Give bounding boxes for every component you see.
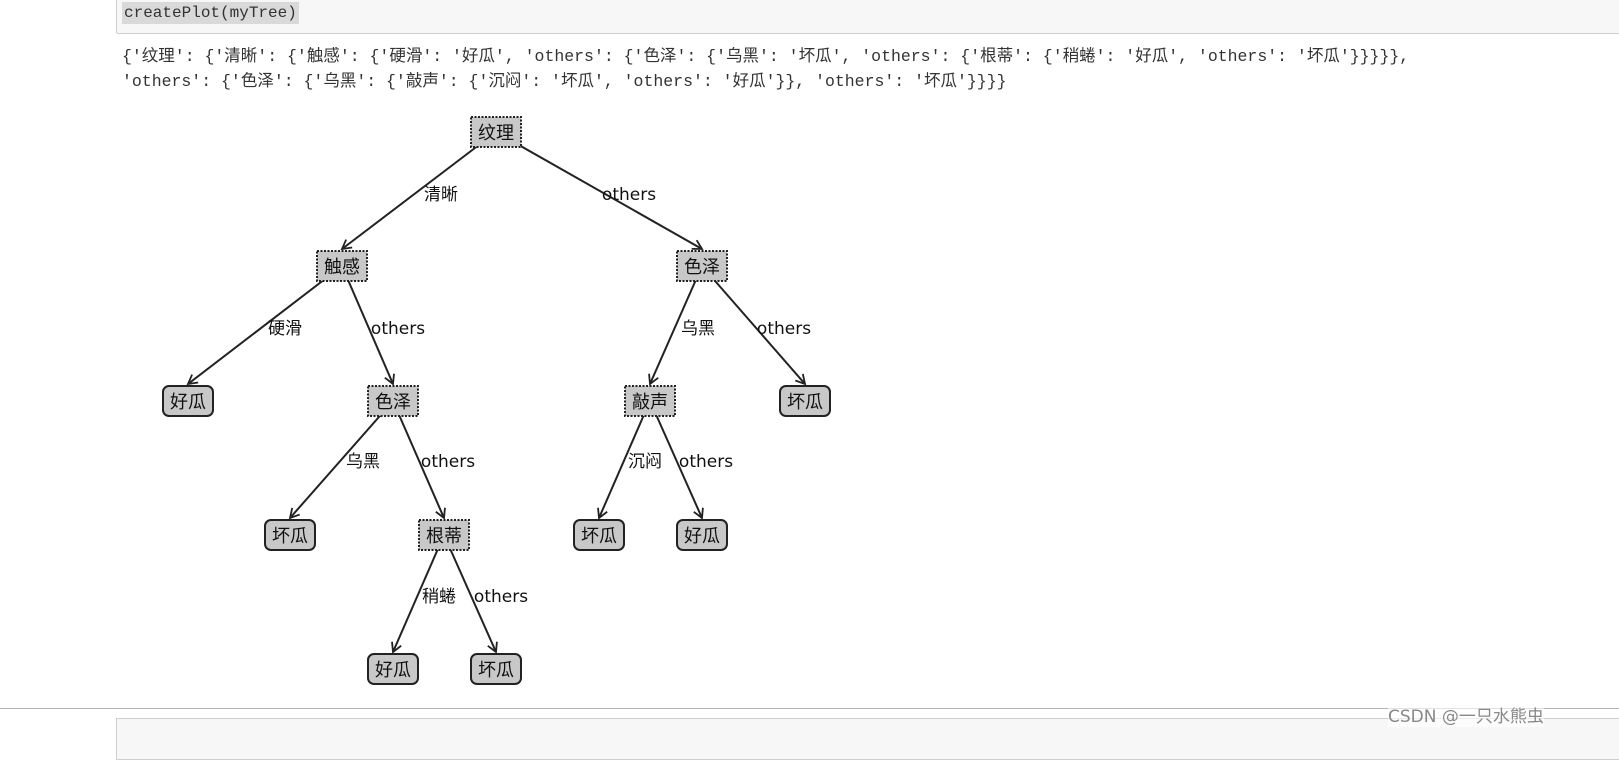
tree-edge xyxy=(186,265,343,386)
edge-label: others xyxy=(602,185,656,205)
leaf-node-label: 好瓜 xyxy=(684,526,720,547)
tree-edge xyxy=(495,131,704,250)
leaf-node-label: 好瓜 xyxy=(375,660,411,681)
output-line-2: 'others': {'色泽': {'乌黑': {'敲声': {'沉闷': '坏… xyxy=(122,72,1007,91)
edge-label: 稍蜷 xyxy=(422,587,456,607)
decision-node-label: 纹理 xyxy=(478,123,514,144)
edge-label: others xyxy=(679,452,733,472)
leaf-node-label: 坏瓜 xyxy=(581,526,617,547)
code-line[interactable]: createPlot(myTree) xyxy=(122,2,299,24)
leaf-node-label: 坏瓜 xyxy=(272,526,308,547)
leaf-node-label: 坏瓜 xyxy=(478,660,514,681)
watermark: CSDN @一只水熊虫 xyxy=(1388,702,1544,727)
decision-node-label: 敲声 xyxy=(632,392,668,413)
decision-tree-plot: 清晰 others 硬滑 others 乌黑 others 乌黑 others 沉闷 others… xyxy=(162,116,831,685)
leaf-node-label: 好瓜 xyxy=(170,392,206,413)
decision-node-label: 触感 xyxy=(324,257,360,278)
edge-label: 沉闷 xyxy=(628,452,662,472)
edge-label: others xyxy=(421,452,475,472)
decision-node-label: 根蒂 xyxy=(426,526,462,547)
edge-label: others xyxy=(474,587,528,607)
edge-label: others xyxy=(757,319,811,339)
edge-label: 清晰 xyxy=(424,185,458,205)
edge-label: 乌黑 xyxy=(681,319,715,339)
decision-node-label: 色泽 xyxy=(375,392,411,413)
leaf-node-label: 坏瓜 xyxy=(787,392,823,413)
input-cell[interactable] xyxy=(116,0,1619,34)
edge-label: others xyxy=(371,319,425,339)
cell-separator xyxy=(0,708,1619,709)
output-text: {'纹理': {'清晰': {'触感': {'硬滑': '好瓜', 'other… xyxy=(122,44,1409,94)
tree-edge xyxy=(340,131,497,251)
output-line-1: {'纹理': {'清晰': {'触感': {'硬滑': '好瓜', 'other… xyxy=(122,47,1410,66)
edge-label: 硬滑 xyxy=(268,319,302,339)
decision-node-label: 色泽 xyxy=(684,257,720,278)
edge-label: 乌黑 xyxy=(346,452,380,472)
